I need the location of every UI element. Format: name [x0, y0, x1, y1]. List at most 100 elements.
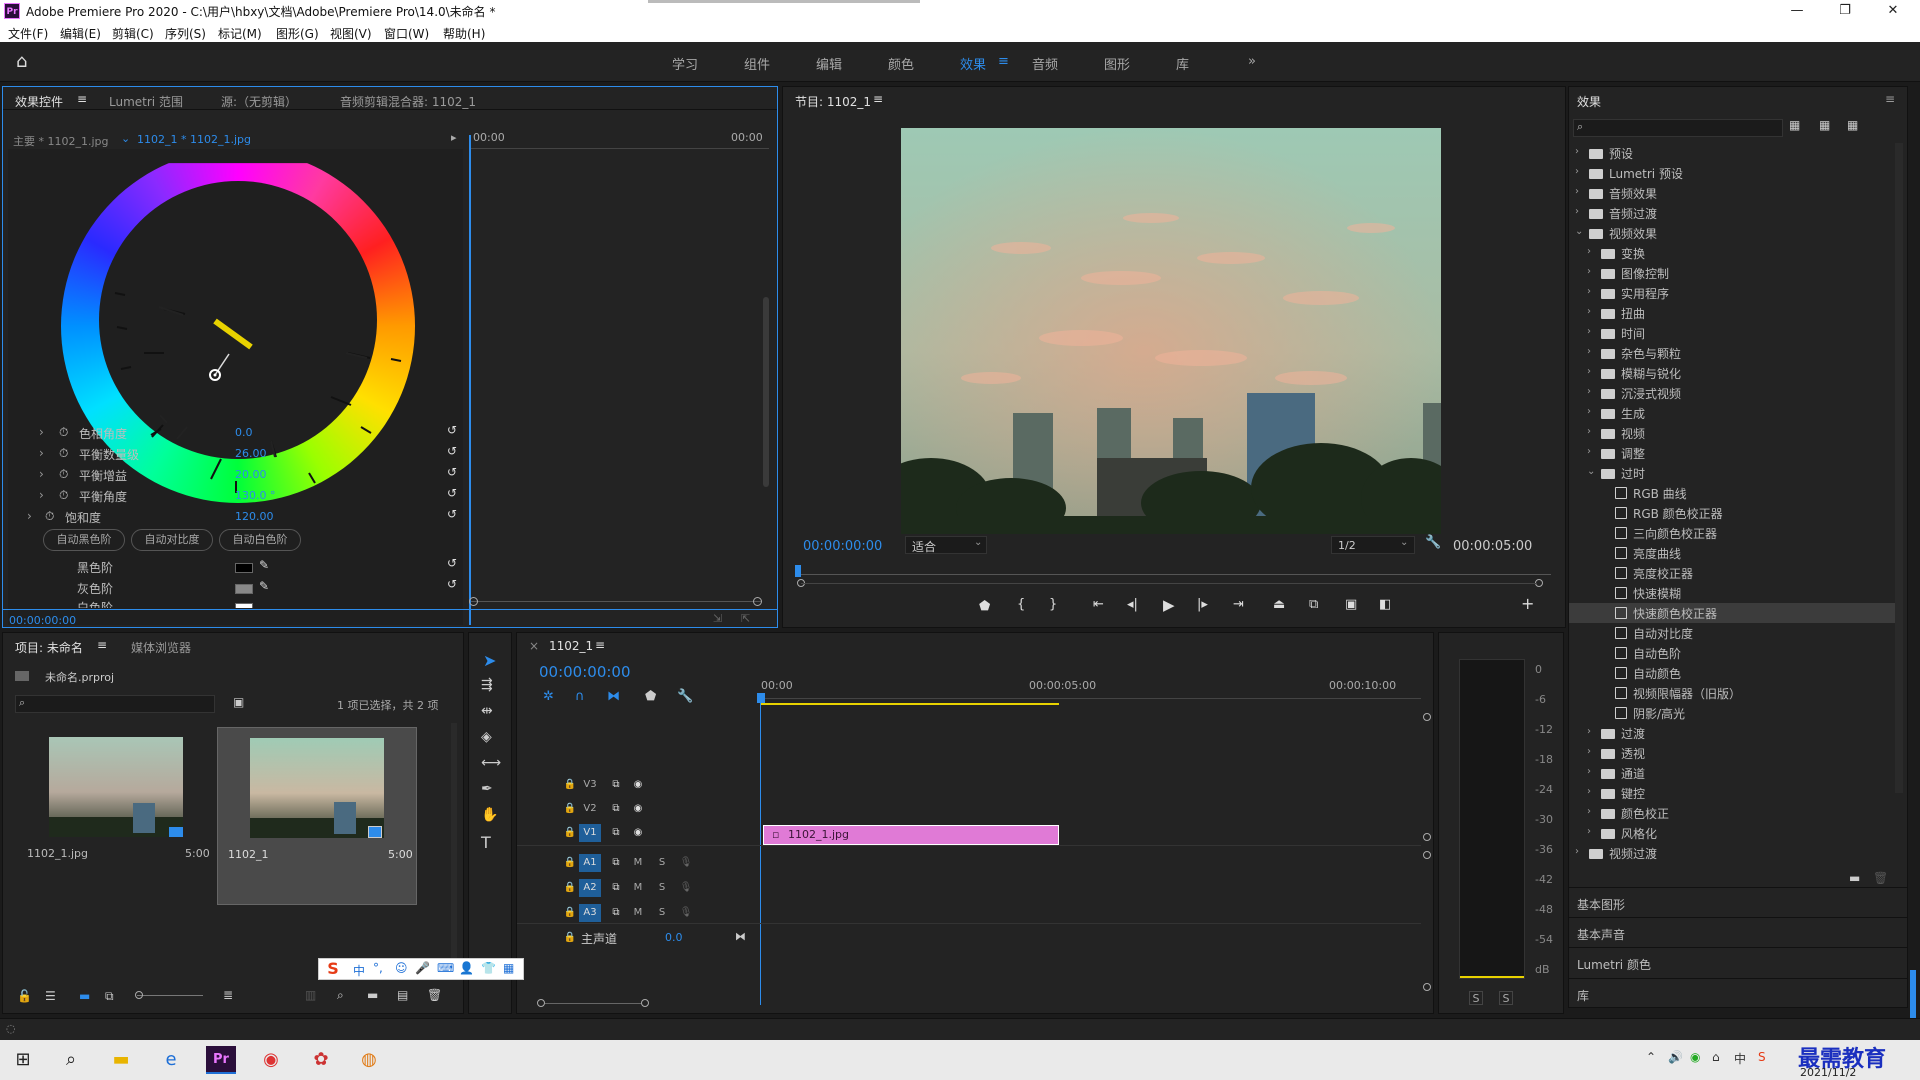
- lift-icon[interactable]: ⏏: [1273, 597, 1285, 612]
- tools-grid-icon[interactable]: ▦: [503, 961, 514, 975]
- solo-right-button[interactable]: S: [1499, 991, 1513, 1005]
- ec-zoom-bar[interactable]: [471, 601, 761, 602]
- tree-item-video-effects[interactable]: ⌄ 视频效果: [1569, 223, 1899, 243]
- linked-selection-icon[interactable]: ⧓: [607, 689, 620, 704]
- reset-icon[interactable]: ↺: [447, 556, 457, 574]
- eye-icon[interactable]: ◉: [627, 800, 649, 818]
- step-forward-icon[interactable]: |▸: [1197, 597, 1208, 612]
- ec-timecode[interactable]: 00:00:00:00: [9, 614, 76, 627]
- workspace-graphics[interactable]: 图形: [1104, 54, 1130, 73]
- slider-handle[interactable]: [135, 991, 143, 999]
- white-swatch[interactable]: [235, 603, 253, 608]
- tree-item-transition[interactable]: › 过渡: [1569, 723, 1899, 743]
- tree-item-auto-contrast[interactable]: 自动对比度: [1569, 623, 1899, 643]
- panel-menu-icon[interactable]: ≡: [595, 638, 605, 652]
- tree-item-shadow-highlight[interactable]: 阴影/高光: [1569, 703, 1899, 723]
- play-only-icon[interactable]: ▸: [451, 131, 457, 144]
- panel-menu-icon[interactable]: ≡: [77, 92, 87, 106]
- sequence-tab[interactable]: 1102_1: [549, 639, 593, 653]
- menu-window[interactable]: 窗口(W): [384, 25, 429, 42]
- tree-item-video-limiter-legacy[interactable]: 视频限幅器（旧版）: [1569, 683, 1899, 703]
- lock-icon[interactable]: 🔒: [559, 929, 581, 947]
- eyedropper-icon[interactable]: ✎: [259, 558, 269, 576]
- param-value[interactable]: 130.0 °: [235, 489, 276, 507]
- microphone-icon[interactable]: 🎙: [675, 854, 697, 872]
- tab-source[interactable]: 源:（无剪辑）: [221, 93, 297, 110]
- effects-search-input[interactable]: ⌕: [1573, 119, 1783, 137]
- expand-arrow-icon[interactable]: ›: [27, 509, 32, 527]
- reset-icon[interactable]: ↺: [447, 423, 457, 441]
- microphone-icon[interactable]: 🎙: [675, 904, 697, 922]
- tray-app-icon[interactable]: ◉: [1690, 1050, 1700, 1064]
- tree-item-fast-blur[interactable]: 快速模糊: [1569, 583, 1899, 603]
- reset-icon[interactable]: ↺: [447, 486, 457, 504]
- expand-arrow-icon[interactable]: ›: [39, 488, 44, 506]
- automate-icon[interactable]: ▥: [305, 988, 316, 1002]
- file-explorer-icon[interactable]: ▬: [106, 1046, 136, 1074]
- tray-chevron-icon[interactable]: ⌃: [1646, 1050, 1656, 1064]
- tree-item-blur-sharpen[interactable]: › 模糊与锐化: [1569, 363, 1899, 383]
- add-marker-icon[interactable]: ⬟: [979, 599, 990, 614]
- track-label[interactable]: A3: [579, 904, 601, 922]
- auto-black-level-button[interactable]: 自动黑色阶: [43, 529, 125, 551]
- reset-icon[interactable]: ↺: [447, 465, 457, 483]
- solo-icon[interactable]: S: [651, 854, 673, 872]
- network-icon[interactable]: ⌂: [1712, 1050, 1720, 1064]
- solo-icon[interactable]: S: [651, 904, 673, 922]
- fit-dropdown[interactable]: 适合 ⌄: [905, 536, 987, 554]
- tree-item-generate[interactable]: › 生成: [1569, 403, 1899, 423]
- section-essential-graphics[interactable]: 基本图形: [1569, 887, 1907, 917]
- extract-icon[interactable]: ⧉: [1309, 597, 1318, 612]
- zoom-handle-left[interactable]: [537, 999, 545, 1007]
- timeline-clip[interactable]: ▫ 1102_1.jpg: [763, 825, 1059, 845]
- project-item-selected[interactable]: 1102_1 5:00: [217, 727, 417, 905]
- tab-effect-controls[interactable]: 效果控件: [15, 93, 63, 110]
- tab-lumetri-scopes[interactable]: Lumetri 范围: [109, 93, 183, 110]
- project-search-input[interactable]: ⌕: [15, 695, 215, 713]
- nest-icon[interactable]: ✲: [543, 689, 554, 704]
- go-to-end-icon[interactable]: ⧓: [735, 930, 746, 943]
- ec-ruler[interactable]: [469, 143, 769, 149]
- wrench-icon[interactable]: 🔧: [677, 689, 693, 704]
- tree-item-adjust[interactable]: › 调整: [1569, 443, 1899, 463]
- expand-arrow-icon[interactable]: ›: [39, 467, 44, 485]
- param-value[interactable]: 120.00: [235, 510, 274, 528]
- sogou-tray-icon[interactable]: S: [1758, 1050, 1766, 1064]
- solo-icon[interactable]: S: [651, 879, 673, 897]
- hand-tool-icon[interactable]: ✋: [481, 807, 498, 823]
- more-workspaces-icon[interactable]: »: [1248, 54, 1256, 69]
- tree-item-channel[interactable]: › 通道: [1569, 763, 1899, 783]
- slip-tool-icon[interactable]: ⟷: [481, 755, 501, 771]
- stopwatch-icon[interactable]: ⏱: [59, 446, 68, 464]
- project-scrollbar[interactable]: [451, 723, 457, 973]
- punctuation-icon[interactable]: °,: [373, 961, 383, 975]
- voice-icon[interactable]: 🎤: [415, 961, 430, 975]
- input-indicator-icon[interactable]: 中: [1734, 1050, 1746, 1067]
- tree-item-color-correction[interactable]: › 颜色校正: [1569, 803, 1899, 823]
- master-volume[interactable]: 0.0: [665, 931, 683, 944]
- tree-item-luma-corrector[interactable]: 亮度校正器: [1569, 563, 1899, 583]
- tree-item-audio-transitions[interactable]: › 音频过渡: [1569, 203, 1899, 223]
- 32bit-effects-icon[interactable]: ▦: [1819, 118, 1830, 132]
- workspace-editing[interactable]: 编辑: [816, 54, 842, 73]
- premiere-taskbar-icon[interactable]: Pr: [206, 1046, 236, 1074]
- close-icon[interactable]: ✕: [1870, 0, 1916, 22]
- panel-menu-icon[interactable]: ≡: [873, 92, 883, 106]
- selection-tool-icon[interactable]: ➤: [483, 651, 496, 670]
- tree-item-time[interactable]: › 时间: [1569, 323, 1899, 343]
- mute-icon[interactable]: M: [627, 854, 649, 872]
- new-folder-icon[interactable]: ▬: [1849, 871, 1860, 885]
- auto-contrast-button[interactable]: 自动对比度: [131, 529, 213, 551]
- ripple-edit-tool-icon[interactable]: ⇹: [481, 703, 493, 719]
- stopwatch-icon[interactable]: ⏱: [59, 425, 68, 443]
- zoom-handle-left[interactable]: [469, 597, 478, 606]
- workspace-libraries[interactable]: 库: [1176, 54, 1189, 73]
- project-item[interactable]: 1102_1.jpg 5:00: [13, 727, 211, 905]
- new-item-icon[interactable]: ▤: [397, 988, 408, 1002]
- sync-lock-icon[interactable]: ⧉: [605, 800, 627, 818]
- skin-icon[interactable]: 👕: [481, 961, 496, 975]
- menu-marker[interactable]: 标记(M): [218, 25, 262, 42]
- minimize-icon[interactable]: —: [1774, 0, 1820, 22]
- program-monitor-title[interactable]: 节目: 1102_1: [795, 93, 871, 110]
- pen-tool-icon[interactable]: ✒: [481, 781, 493, 797]
